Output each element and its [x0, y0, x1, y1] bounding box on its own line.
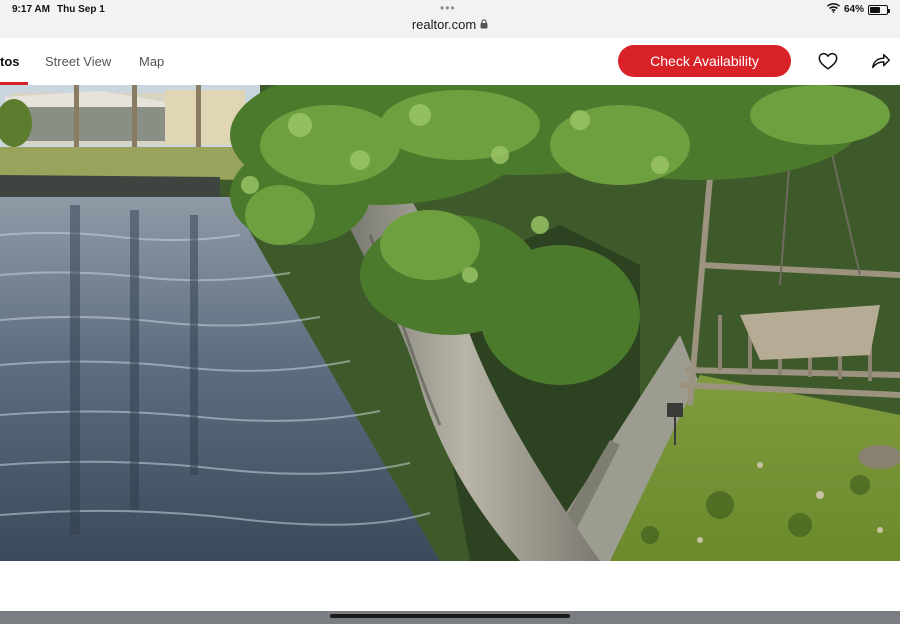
battery-percent: 64%	[843, 4, 864, 15]
tab-street-view[interactable]: Street View	[45, 54, 111, 69]
check-availability-button[interactable]: Check Availability	[618, 45, 791, 77]
lock-icon	[480, 17, 488, 32]
more-dots-icon[interactable]: •••	[440, 1, 456, 15]
photo-canvas	[0, 85, 900, 561]
listing-photo[interactable]	[0, 85, 900, 561]
battery-icon	[868, 4, 890, 15]
status-bar: 9:17 AM Thu Sep 1 ••• realtor.com 64%	[0, 0, 900, 38]
heart-icon[interactable]	[817, 50, 839, 72]
status-time: 9:17 AM	[12, 4, 50, 15]
tab-map[interactable]: Map	[139, 54, 164, 69]
battery-fill	[870, 6, 881, 13]
content-below-photo	[0, 561, 900, 611]
wifi-icon	[826, 3, 840, 16]
home-indicator[interactable]	[330, 614, 570, 618]
status-right: 64%	[826, 3, 890, 16]
status-date: Thu Sep 1	[57, 4, 105, 15]
listing-nav: tos Street View Map Check Availability	[0, 38, 900, 85]
tab-photos[interactable]: tos	[0, 54, 20, 69]
url-text: realtor.com	[411, 17, 477, 32]
share-icon[interactable]	[870, 50, 892, 72]
address-bar[interactable]: realtor.com	[0, 17, 900, 32]
